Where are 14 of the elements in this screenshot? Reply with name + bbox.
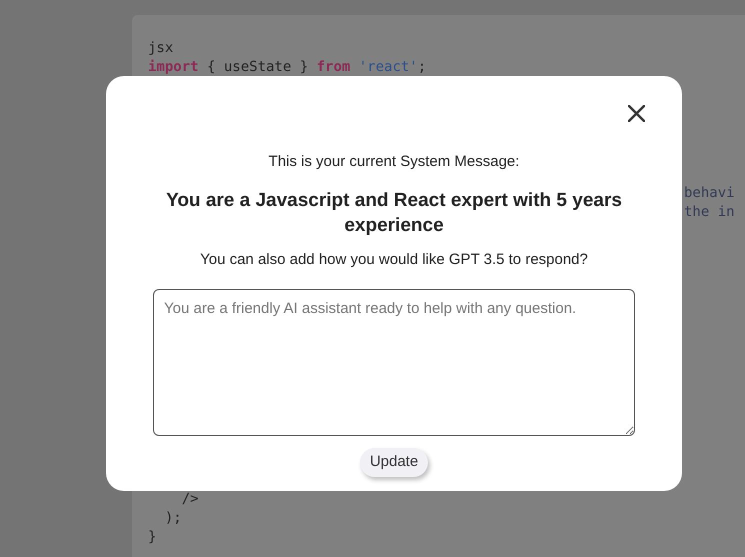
code-line: behavi bbox=[684, 184, 736, 203]
code-line: } bbox=[148, 528, 158, 547]
prompt-text: You can also add how you would like GPT 3.5 to respond? bbox=[200, 250, 588, 270]
intro-text: This is your current System Message: bbox=[268, 152, 520, 172]
close-icon bbox=[628, 104, 644, 122]
system-message: You are a Javascript and React expert with 5 years experience bbox=[165, 188, 623, 238]
code-line: the in bbox=[684, 203, 736, 222]
code-line: jsx bbox=[148, 39, 174, 58]
code-line: /> bbox=[180, 490, 200, 509]
message-input[interactable]: You are a friendly AI assistant ready to help with any question. bbox=[153, 289, 635, 436]
code-line: import { useState } from 'react'; bbox=[148, 58, 428, 77]
close-button[interactable] bbox=[626, 103, 646, 123]
update-button[interactable]: Update bbox=[360, 448, 428, 476]
code-line: ); bbox=[164, 509, 183, 528]
